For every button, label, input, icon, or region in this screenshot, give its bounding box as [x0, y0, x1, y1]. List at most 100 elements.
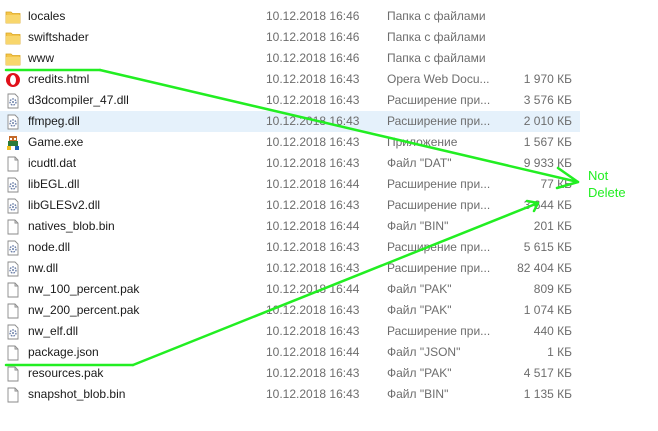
dll-icon [5, 93, 21, 109]
file-date: 10.12.2018 16:43 [266, 324, 360, 338]
file-name: natives_blob.bin [28, 219, 115, 233]
file-type: Файл "PAK" [387, 366, 452, 380]
file-name: d3dcompiler_47.dll [28, 93, 129, 107]
file-date: 10.12.2018 16:43 [266, 135, 360, 149]
file-name: libGLESv2.dll [28, 198, 101, 212]
file-name: snapshot_blob.bin [28, 387, 126, 401]
file-row[interactable]: d3dcompiler_47.dll 10.12.2018 16:43 Расшир… [0, 90, 580, 111]
file-date: 10.12.2018 16:46 [266, 9, 360, 23]
dll-icon [5, 261, 21, 277]
file-name: www [28, 51, 54, 65]
file-row[interactable]: nw.dll 10.12.2018 16:43 Расширение при... 8… [0, 258, 580, 279]
file-name: nw_200_percent.pak [28, 303, 140, 317]
file-row[interactable]: ffmpeg.dll 10.12.2018 16:43 Расширение при… [0, 111, 580, 132]
file-row[interactable]: libEGL.dll 10.12.2018 16:44 Расширение при… [0, 174, 580, 195]
file-date: 10.12.2018 16:43 [266, 198, 360, 212]
file-type: Расширение при... [387, 261, 491, 275]
file-type: Расширение при... [387, 114, 491, 128]
file-date: 10.12.2018 16:43 [266, 72, 360, 86]
file-icon [5, 156, 21, 172]
file-date: 10.12.2018 16:43 [266, 114, 360, 128]
file-name: node.dll [28, 240, 71, 254]
file-name: icudtl.dat [28, 156, 77, 170]
file-row[interactable]: resources.pak 10.12.2018 16:43 Файл "PAK" 4… [0, 363, 580, 384]
file-date: 10.12.2018 16:46 [266, 30, 360, 44]
file-date: 10.12.2018 16:44 [266, 219, 360, 233]
file-row[interactable]: nw_200_percent.pak 10.12.2018 16:43 Файл "… [0, 300, 580, 321]
file-row[interactable]: icudtl.dat 10.12.2018 16:43 Файл "DAT" 9 93… [0, 153, 580, 174]
file-size: 4 517 КБ [523, 366, 572, 380]
game-exe-icon [5, 135, 21, 151]
file-list: locales 10.12.2018 16:46 Папка с файлами sw… [0, 6, 580, 405]
annotation-line-2: Delete [588, 185, 626, 200]
opera-icon [5, 72, 21, 88]
file-type: Папка с файлами [387, 51, 486, 65]
dll-icon [5, 114, 21, 130]
file-row[interactable]: Game.exe 10.12.2018 16:43 Приложение 1 567 … [0, 132, 580, 153]
file-type: Папка с файлами [387, 30, 486, 44]
file-size: 1 970 КБ [523, 72, 572, 86]
file-name: package.json [28, 345, 99, 359]
file-name: locales [28, 9, 66, 23]
file-type: Файл "JSON" [387, 345, 461, 359]
file-type: Расширение при... [387, 198, 491, 212]
file-date: 10.12.2018 16:43 [266, 261, 360, 275]
file-type: Файл "DAT" [387, 156, 452, 170]
annotation-line-1: Not [588, 168, 609, 183]
file-date: 10.12.2018 16:43 [266, 366, 360, 380]
file-date: 10.12.2018 16:43 [266, 93, 360, 107]
file-size: 2 010 КБ [523, 114, 572, 128]
file-date: 10.12.2018 16:43 [266, 156, 360, 170]
file-size: 1 567 КБ [523, 135, 572, 149]
file-type: Файл "PAK" [387, 303, 452, 317]
file-row[interactable]: credits.html 10.12.2018 16:43 Opera Web Do… [0, 69, 580, 90]
file-type: Расширение при... [387, 177, 491, 191]
file-row[interactable]: www 10.12.2018 16:46 Папка с файлами [0, 48, 580, 69]
folder-icon [5, 30, 21, 46]
file-size: 1 074 КБ [523, 303, 572, 317]
dll-icon [5, 198, 21, 214]
file-size: 77 КБ [540, 177, 572, 191]
file-date: 10.12.2018 16:44 [266, 345, 360, 359]
file-type: Приложение [387, 135, 458, 149]
file-size: 809 КБ [533, 282, 572, 296]
file-row[interactable]: swiftshader 10.12.2018 16:46 Папка с файла… [0, 27, 580, 48]
file-icon [5, 366, 21, 382]
file-size: 201 КБ [533, 219, 572, 233]
file-icon [5, 345, 21, 361]
file-row[interactable]: nw_100_percent.pak 10.12.2018 16:44 Файл "… [0, 279, 580, 300]
file-name: nw.dll [28, 261, 59, 275]
file-size: 5 615 КБ [523, 240, 572, 254]
file-size: 1 КБ [547, 345, 572, 359]
file-row[interactable]: package.json 10.12.2018 16:44 Файл "JSON" 1… [0, 342, 580, 363]
file-row[interactable]: natives_blob.bin 10.12.2018 16:44 Файл "BI… [0, 216, 580, 237]
dll-icon [5, 177, 21, 193]
file-row[interactable]: libGLESv2.dll 10.12.2018 16:43 Расширение … [0, 195, 580, 216]
file-row[interactable]: node.dll 10.12.2018 16:43 Расширение при..… [0, 237, 580, 258]
file-size: 3 576 КБ [523, 93, 572, 107]
folder-icon [5, 9, 21, 25]
file-row[interactable]: nw_elf.dll 10.12.2018 16:43 Расширение при… [0, 321, 580, 342]
file-size: 440 КБ [533, 324, 572, 338]
file-name: libEGL.dll [28, 177, 80, 191]
file-row[interactable]: locales 10.12.2018 16:46 Папка с файлами [0, 6, 580, 27]
file-date: 10.12.2018 16:43 [266, 303, 360, 317]
file-name: nw_100_percent.pak [28, 282, 140, 296]
file-type: Папка с файлами [387, 9, 486, 23]
file-name: nw_elf.dll [28, 324, 79, 338]
file-name: ffmpeg.dll [28, 114, 80, 128]
file-size: 1 135 КБ [523, 387, 572, 401]
file-name: credits.html [28, 72, 90, 86]
folder-icon [5, 51, 21, 67]
file-date: 10.12.2018 16:44 [266, 177, 360, 191]
file-name: Game.exe [28, 135, 84, 149]
dll-icon [5, 324, 21, 340]
file-date: 10.12.2018 16:43 [266, 387, 360, 401]
file-icon [5, 219, 21, 235]
file-date: 10.12.2018 16:44 [266, 282, 360, 296]
file-row[interactable]: snapshot_blob.bin 10.12.2018 16:43 Файл "B… [0, 384, 580, 405]
annotation-label: Not Delete [588, 167, 626, 201]
file-date: 10.12.2018 16:46 [266, 51, 360, 65]
file-type: Файл "PAK" [387, 282, 452, 296]
file-type: Файл "BIN" [387, 387, 449, 401]
